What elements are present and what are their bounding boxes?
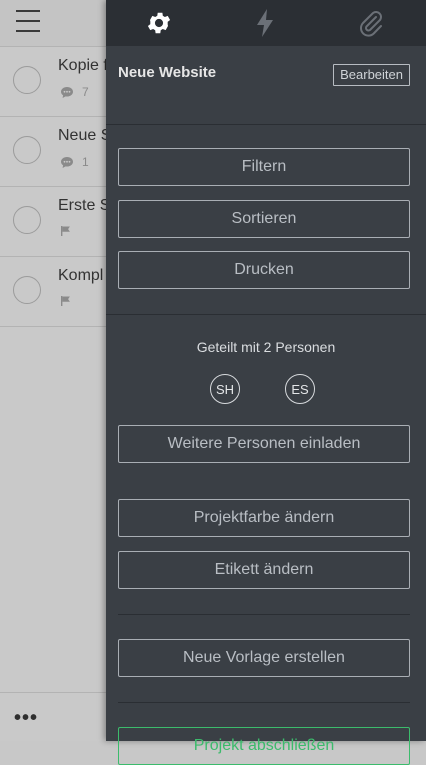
- create-template-button[interactable]: Neue Vorlage erstellen: [118, 639, 410, 677]
- comment-count: 7: [82, 85, 89, 99]
- complete-project-button[interactable]: Projekt abschließen: [118, 727, 410, 765]
- task-title: Erste S: [58, 197, 111, 214]
- task-checkbox[interactable]: [13, 136, 41, 164]
- flag-icon: [61, 296, 70, 306]
- task-checkbox[interactable]: [13, 276, 41, 304]
- flag-icon: [61, 226, 70, 236]
- project-header: Neue Website Bearbeiten: [106, 46, 426, 125]
- avatar[interactable]: SH: [210, 374, 240, 404]
- paperclip-icon: [360, 11, 382, 37]
- gear-icon: [147, 12, 171, 34]
- divider: [106, 314, 426, 315]
- project-settings-panel: Neue Website Bearbeiten Filtern Sortiere…: [106, 0, 426, 765]
- more-options-button[interactable]: •••: [14, 707, 38, 730]
- shared-with-text: Geteilt mit 2 Personen: [196, 339, 336, 355]
- divider: [118, 614, 410, 615]
- comment-icon: [61, 86, 73, 98]
- task-title: Kopie f: [58, 57, 108, 74]
- avatar[interactable]: ES: [285, 374, 315, 404]
- print-button[interactable]: Drucken: [118, 251, 410, 289]
- invite-people-button[interactable]: Weitere Personen einladen: [118, 425, 410, 463]
- project-title: Neue Website: [118, 64, 217, 81]
- change-tag-button[interactable]: Etikett ändern: [118, 551, 410, 589]
- comment-icon: [61, 156, 73, 168]
- divider: [118, 702, 410, 703]
- comment-count: 1: [82, 155, 89, 169]
- task-title: Neue S: [58, 127, 112, 144]
- filter-button[interactable]: Filtern: [118, 148, 410, 186]
- task-checkbox[interactable]: [13, 66, 41, 94]
- task-checkbox[interactable]: [13, 206, 41, 234]
- edit-project-button[interactable]: Bearbeiten: [333, 64, 410, 86]
- tab-activity[interactable]: [212, 0, 318, 46]
- tab-attachments[interactable]: [318, 0, 424, 46]
- menu-icon[interactable]: [16, 10, 40, 32]
- change-project-color-button[interactable]: Projektfarbe ändern: [118, 499, 410, 537]
- panel-tab-bar: [106, 0, 426, 46]
- sort-button[interactable]: Sortieren: [118, 200, 410, 238]
- tab-settings[interactable]: [106, 0, 212, 46]
- lightning-icon: [257, 9, 273, 37]
- task-title: Kompl: [58, 267, 104, 284]
